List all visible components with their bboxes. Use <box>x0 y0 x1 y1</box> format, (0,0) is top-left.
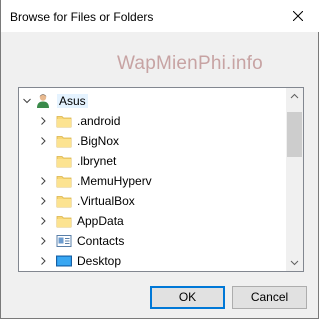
chevron-up-icon <box>290 93 299 99</box>
close-button[interactable] <box>275 0 320 32</box>
tree-item[interactable]: .lbrynet <box>19 151 287 171</box>
tree-item[interactable]: Contacts <box>19 231 287 251</box>
vertical-scrollbar[interactable] <box>286 88 303 271</box>
scroll-down-button[interactable] <box>286 254 303 271</box>
ok-button[interactable]: OK <box>150 286 225 309</box>
user-folder-icon <box>37 94 49 108</box>
watermark: WapMienPhi.info <box>117 53 263 74</box>
tree-item[interactable]: AppData <box>19 211 287 231</box>
tree-item[interactable]: .VirtualBox <box>19 191 287 211</box>
folder-icon <box>56 216 72 228</box>
tree-item-label: .BigNox <box>77 134 120 148</box>
scroll-up-button[interactable] <box>286 88 303 105</box>
chevron-right-icon[interactable] <box>39 257 47 265</box>
chevron-right-icon[interactable] <box>39 237 47 245</box>
tree-item[interactable]: .BigNox <box>19 131 287 151</box>
folder-icon <box>56 116 72 128</box>
browse-dialog: Browse for Files or Folders WapMienPhi.i… <box>0 0 320 319</box>
tree-item[interactable]: .android <box>19 111 287 131</box>
window-title: Browse for Files or Folders <box>10 10 154 24</box>
tree-item-label: AppData <box>77 214 124 228</box>
desktop-folder-icon <box>56 255 72 267</box>
tree-item-label: Asus <box>57 94 88 108</box>
tree-item-label: .lbrynet <box>77 154 117 168</box>
scrollbar-thumb[interactable] <box>287 112 302 157</box>
title-bar: Browse for Files or Folders <box>1 0 320 32</box>
chevron-right-icon[interactable] <box>39 197 47 205</box>
tree-item-label: Desktop <box>77 254 122 268</box>
tree-item[interactable]: Desktop <box>19 251 287 271</box>
chevron-right-icon[interactable] <box>39 217 47 225</box>
folder-icon <box>56 136 72 148</box>
folder-icon <box>56 156 72 168</box>
chevron-right-icon[interactable] <box>39 117 47 125</box>
tree-item-label: .android <box>77 114 121 128</box>
folder-icon <box>56 176 72 188</box>
tree-item-label: .MemuHyperv <box>77 174 152 188</box>
chevron-down-icon[interactable] <box>23 97 31 105</box>
chevron-right-icon[interactable] <box>39 137 47 145</box>
tree-item[interactable]: .MemuHyperv <box>19 171 287 191</box>
contacts-folder-icon <box>56 235 72 247</box>
chevron-right-icon[interactable] <box>39 177 47 185</box>
folder-tree[interactable]: Asus .android .BigNox .lbrynet .MemuHyperv.… <box>18 87 304 272</box>
folder-icon <box>56 196 72 208</box>
tree-item-label: .VirtualBox <box>77 194 135 208</box>
chevron-down-icon <box>290 260 299 266</box>
cancel-button[interactable]: Cancel <box>232 286 307 309</box>
close-icon <box>293 11 303 21</box>
tree-item-asus[interactable]: Asus <box>19 91 287 111</box>
tree-item-label: Contacts <box>77 234 125 248</box>
